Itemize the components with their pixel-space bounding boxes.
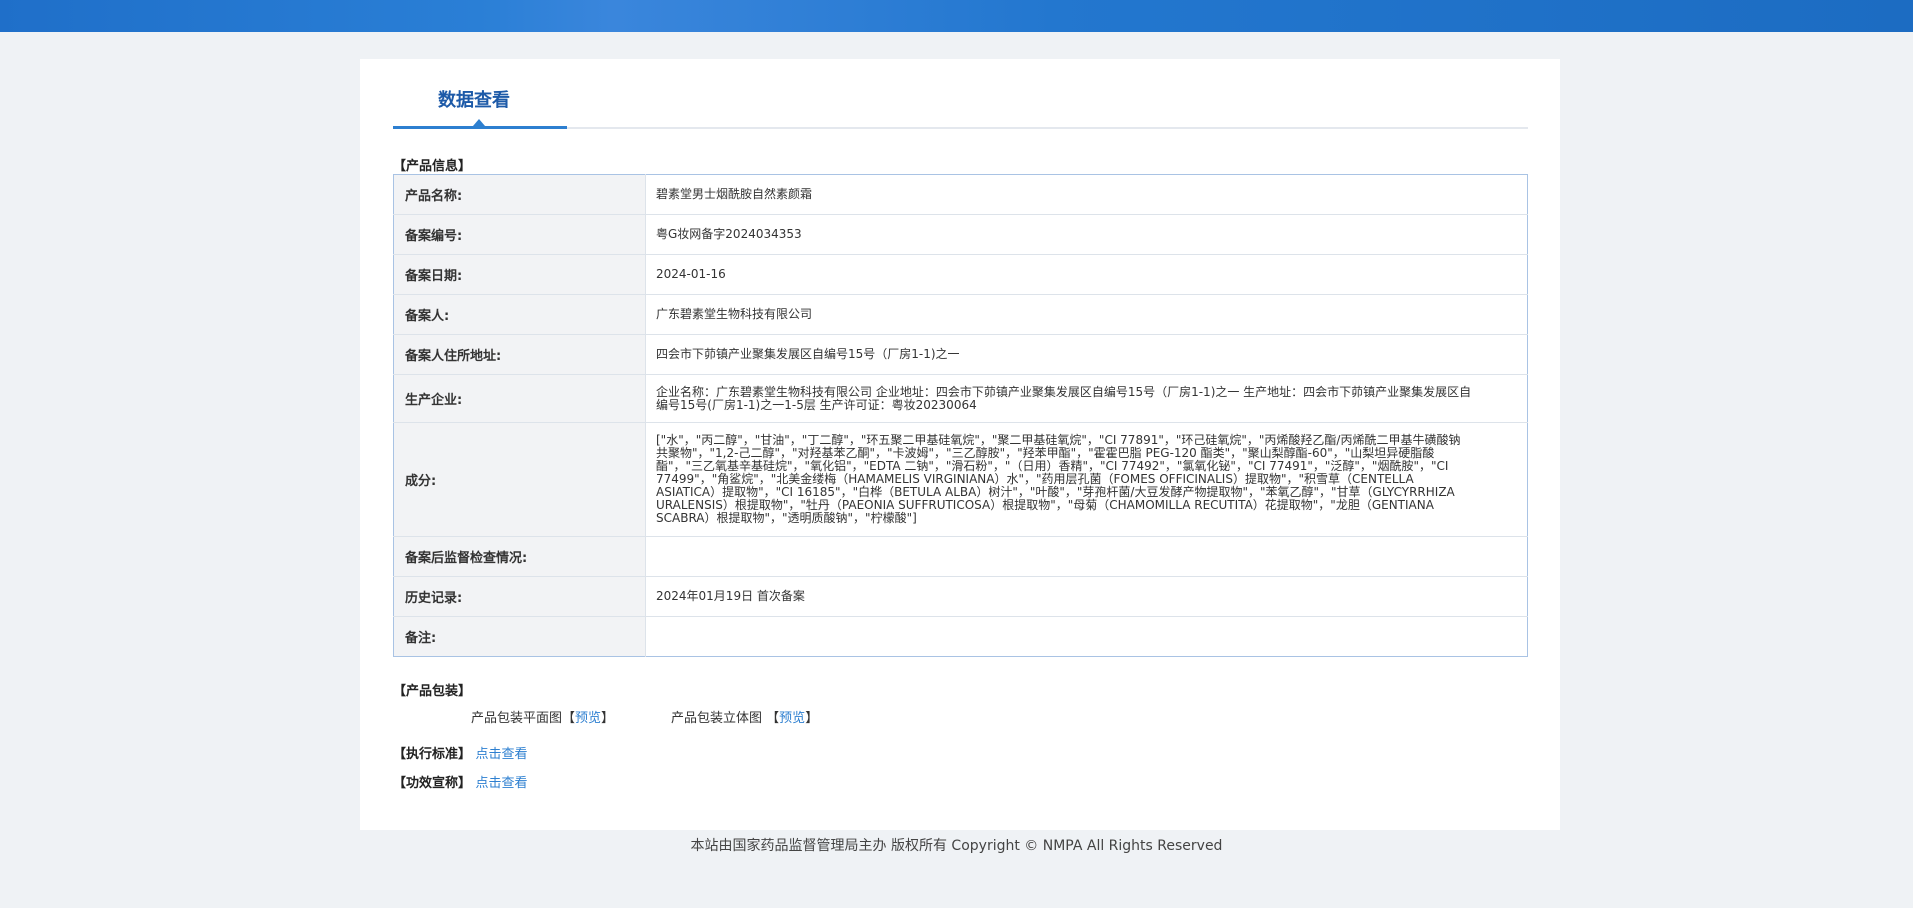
tab-data-view[interactable]: 数据查看 [393, 59, 567, 129]
efficacy-title: 【功效宣称】 [393, 776, 472, 791]
packaging-title: 【产品包装】 [393, 684, 472, 699]
row-label: 成分: [393, 422, 646, 537]
bracket-close: 】 [805, 711, 819, 726]
standard-row: 【执行标准】 点击查看 [393, 743, 528, 762]
table-row: 历史记录: 2024年01月19日 首次备案 [393, 576, 1528, 617]
efficacy-view-link[interactable]: 点击查看 [476, 776, 528, 791]
standard-title: 【执行标准】 [393, 747, 472, 762]
package-solid-item: 产品包装立体图 【预览】 [671, 707, 818, 726]
table-row: 备注: [393, 616, 1528, 657]
table-row: 备案人住所地址: 四会市下茆镇产业聚集发展区自编号15号（厂房1-1)之一 [393, 334, 1528, 375]
row-value: 2024年01月19日 首次备案 [645, 576, 1528, 617]
row-label: 备案人: [393, 294, 646, 335]
tab-title: 数据查看 [438, 90, 510, 111]
row-value [646, 617, 1528, 657]
table-row: 备案编号: 粤G妆网备字2024034353 [393, 214, 1528, 255]
bracket-open: 【 [766, 711, 780, 726]
row-value: 2024-01-16 [645, 254, 1528, 295]
preview-solid-link[interactable]: 预览 [779, 711, 805, 726]
preview-flat-link[interactable]: 预览 [575, 711, 601, 726]
product-info-table: 产品名称: 碧素堂男士烟酰胺自然素颜霜 备案编号: 粤G妆网备字20240343… [393, 174, 1528, 657]
row-label: 备案后监督检查情况: [393, 536, 646, 577]
row-value: 四会市下茆镇产业聚集发展区自编号15号（厂房1-1)之一 [645, 334, 1528, 375]
row-label: 产品名称: [393, 174, 646, 215]
table-row: 产品名称: 碧素堂男士烟酰胺自然素颜霜 [393, 174, 1528, 215]
package-solid-label: 产品包装立体图 [671, 711, 763, 726]
footer-copyright: 本站由国家药品监督管理局主办 版权所有 Copyright © NMPA All… [690, 838, 1223, 854]
content-panel: 数据查看 【产品信息】 产品名称: 碧素堂男士烟酰胺自然素颜霜 备案编号: 粤G… [360, 59, 1560, 830]
row-value: 企业名称：广东碧素堂生物科技有限公司 企业地址：四会市下茆镇产业聚集发展区自编号… [645, 374, 1528, 423]
table-row: 备案后监督检查情况: [393, 536, 1528, 577]
row-label: 备注: [393, 616, 646, 657]
tab-caret-icon [473, 119, 485, 126]
product-info-title: 【产品信息】 [393, 159, 472, 174]
row-value: 广东碧素堂生物科技有限公司 [645, 294, 1528, 335]
row-label: 备案人住所地址: [393, 334, 646, 375]
table-row: 备案日期: 2024-01-16 [393, 254, 1528, 295]
row-value [645, 536, 1528, 577]
row-value: 粤G妆网备字2024034353 [645, 214, 1528, 255]
standard-view-link[interactable]: 点击查看 [476, 747, 528, 762]
bracket-open: 【 [562, 711, 576, 726]
row-label: 生产企业: [393, 374, 646, 423]
row-label: 备案日期: [393, 254, 646, 295]
package-flat-item: 产品包装平面图【预览】 [471, 707, 614, 726]
table-row: 备案人: 广东碧素堂生物科技有限公司 [393, 294, 1528, 335]
row-label: 历史记录: [393, 576, 646, 617]
bracket-close: 】 [601, 711, 615, 726]
table-row: 成分: ["水"，"丙二醇"，"甘油"，"丁二醇"，"环五聚二甲基硅氧烷"，"聚… [393, 422, 1528, 537]
top-banner [0, 0, 1913, 32]
table-row: 生产企业: 企业名称：广东碧素堂生物科技有限公司 企业地址：四会市下茆镇产业聚集… [393, 374, 1528, 423]
row-value: 碧素堂男士烟酰胺自然素颜霜 [645, 174, 1528, 215]
row-value: ["水"，"丙二醇"，"甘油"，"丁二醇"，"环五聚二甲基硅氧烷"，"聚二甲基硅… [645, 422, 1528, 537]
efficacy-row: 【功效宣称】 点击查看 [393, 772, 528, 791]
row-label: 备案编号: [393, 214, 646, 255]
tab-bar: 数据查看 [393, 59, 1528, 129]
package-flat-label: 产品包装平面图 [471, 711, 563, 726]
